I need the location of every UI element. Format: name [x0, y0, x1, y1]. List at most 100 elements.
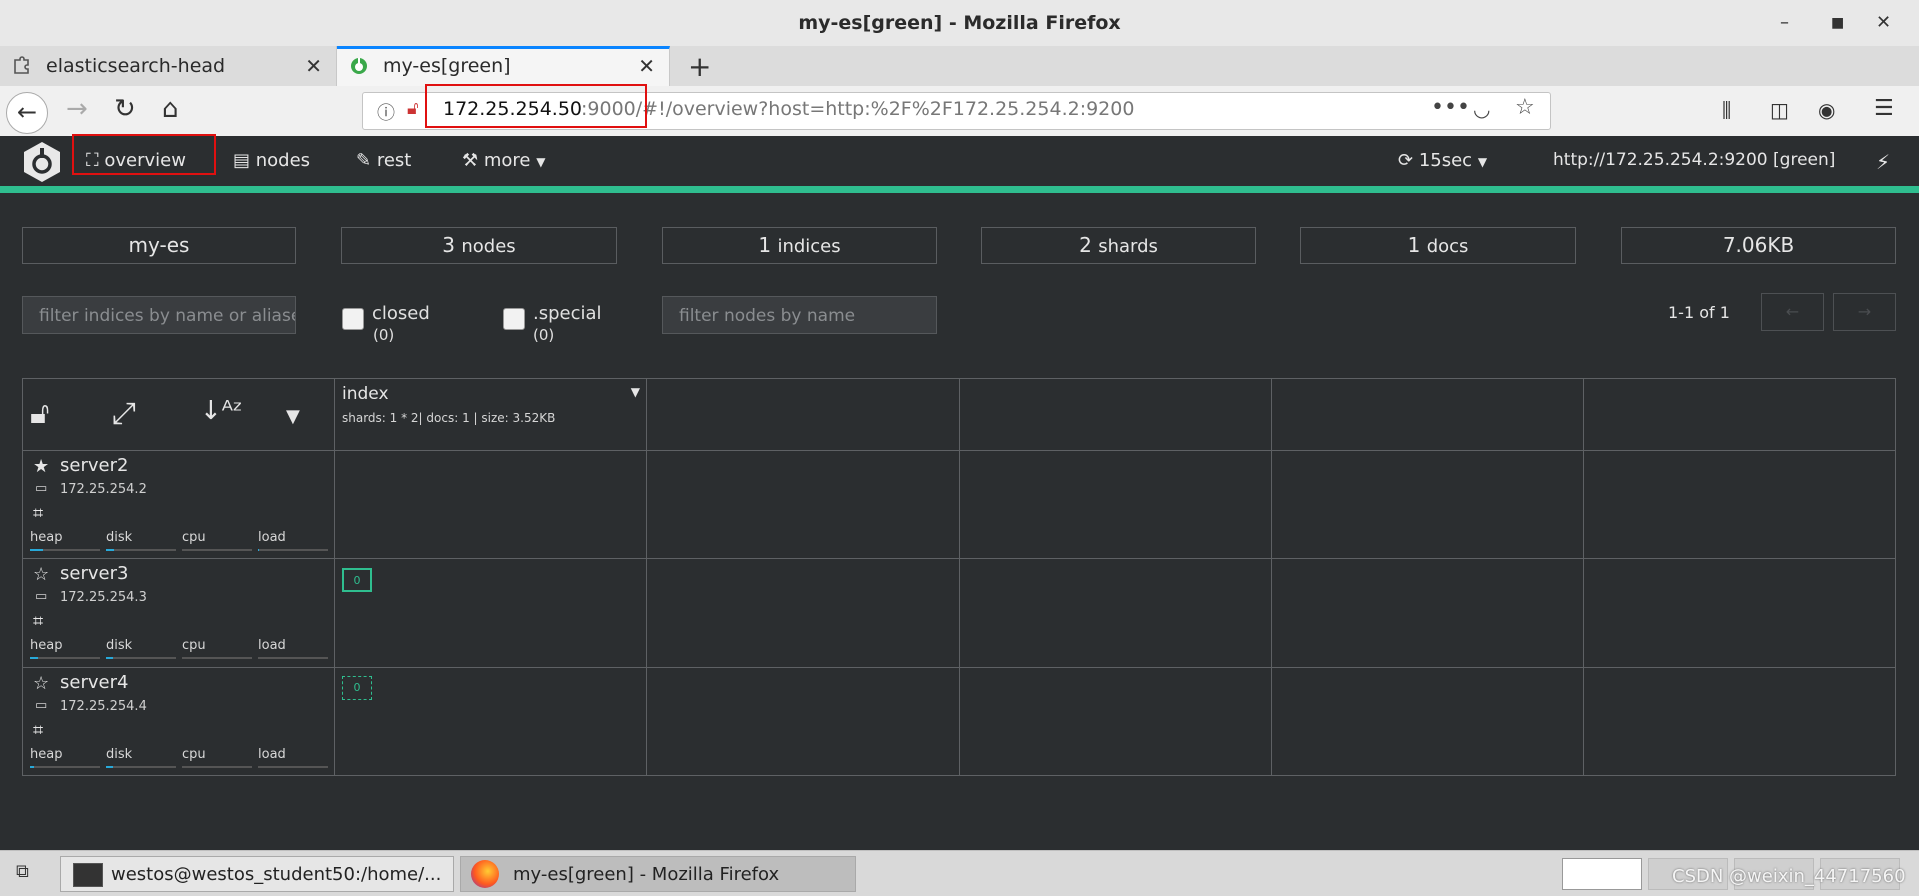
connection-status[interactable]: http://172.25.254.2:9200 [green]	[1553, 150, 1835, 170]
terminal-icon	[73, 863, 103, 887]
home-icon[interactable]: ⌂	[162, 94, 179, 124]
node-row: ★ server2 ▭ 172.25.254.2 ⌗ heap disk cpu load	[23, 451, 1895, 557]
back-arrow-icon[interactable]: ←	[6, 92, 48, 134]
account-icon[interactable]: ◉	[1818, 98, 1835, 122]
metric-bar-disk	[106, 549, 176, 551]
crop-icon[interactable]: ⌗	[33, 720, 43, 741]
workspace-switcher-1[interactable]	[1562, 858, 1642, 890]
hdd-icon: ▭	[35, 589, 48, 604]
special-checkbox[interactable]	[503, 308, 525, 330]
metric-bar-load	[258, 549, 328, 551]
nodes-stat: 3 nodes	[341, 227, 617, 264]
reload-icon[interactable]: ↻	[114, 94, 136, 124]
taskbar-terminal[interactable]: westos@westos_student50:/home/...	[60, 856, 454, 892]
more-actions-icon[interactable]: •••	[1431, 95, 1470, 120]
closed-checkbox[interactable]	[342, 308, 364, 330]
stat-value: 7.06KB	[1722, 233, 1795, 257]
metric-bar-fill-heap	[30, 657, 38, 659]
es-head-logo-icon	[24, 142, 60, 182]
info-icon[interactable]: ⓘ	[377, 99, 395, 125]
metric-label-load: load	[258, 530, 286, 545]
shard-box[interactable]: 0	[342, 676, 372, 700]
filter-indices-input[interactable]: filter indices by name or aliases	[22, 296, 296, 334]
metric-bar-cpu	[182, 766, 252, 768]
tab-label: my-es[green]	[383, 55, 511, 77]
plug-icon[interactable]: ⚡	[1876, 150, 1890, 174]
new-tab-icon[interactable]: +	[688, 50, 711, 83]
special-label: .special	[533, 303, 602, 324]
tab-label: elasticsearch-head	[46, 55, 226, 77]
crop-icon[interactable]: ⌗	[33, 503, 43, 524]
shard-box[interactable]: 0	[342, 568, 372, 592]
caret-down-icon: ▼	[1477, 155, 1488, 169]
refresh-icon: ⟳	[1398, 150, 1414, 171]
nav-rest[interactable]: ✎ rest	[356, 150, 411, 171]
unlock-icon[interactable]: 🔓︎	[30, 396, 49, 431]
url-highlight-box	[425, 84, 647, 128]
nav-rest-label: rest	[376, 150, 412, 171]
caret-down-icon[interactable]: ▼	[631, 385, 640, 399]
server-icon: ▤	[233, 150, 251, 171]
forward-arrow-icon[interactable]: →	[66, 94, 88, 124]
node-name[interactable]: server3	[60, 563, 128, 584]
metric-bar-disk	[106, 766, 176, 768]
refresh-interval-label: 15sec	[1418, 150, 1473, 171]
next-page-button[interactable]: →	[1833, 293, 1896, 331]
puzzle-icon	[14, 56, 29, 74]
nav-nodes-label: nodes	[255, 150, 311, 171]
taskbar-firefox[interactable]: my-es[green] - Mozilla Firefox	[460, 856, 856, 892]
insecure-lock-icon[interactable]: 🔓︎	[407, 98, 419, 119]
cluster-name: my-es	[128, 233, 190, 257]
stat-unit: docs	[1426, 236, 1469, 257]
wand-icon: ⚒	[462, 150, 479, 171]
tab-elasticsearch-head[interactable]: elasticsearch-head ✕	[0, 46, 337, 86]
pocket-icon[interactable]: ◡	[1473, 97, 1490, 121]
metric-bar-load	[258, 766, 328, 768]
es-head-icon	[351, 58, 367, 74]
maximize-icon[interactable]: ■	[1831, 15, 1844, 31]
tab-my-es[interactable]: my-es[green] ✕	[337, 46, 670, 86]
metric-bar-fill-disk	[106, 657, 113, 659]
library-icon[interactable]: ⫼	[1722, 98, 1731, 122]
bookmark-star-icon[interactable]: ☆	[1515, 95, 1535, 120]
stat-value: 1	[1407, 233, 1421, 257]
sort-alpha-icon[interactable]: ↓ᴬᶻ	[200, 396, 243, 426]
caret-down-icon[interactable]: ▼	[286, 406, 300, 427]
prev-page-button[interactable]: ←	[1761, 293, 1824, 331]
expand-icon[interactable]: ⤢	[112, 396, 136, 431]
metric-bar-cpu	[182, 657, 252, 659]
nav-more[interactable]: ⚒ more ▼	[462, 150, 545, 171]
close-window-icon[interactable]: ✕	[1876, 12, 1891, 33]
special-count: (0)	[533, 326, 555, 344]
sidebar-icon[interactable]: ◫	[1770, 98, 1789, 122]
cluster-name-stat: my-es	[22, 227, 296, 264]
metric-label-heap: heap	[30, 530, 63, 545]
crop-icon[interactable]: ⌗	[33, 611, 43, 632]
stat-unit: indices	[777, 236, 841, 257]
metric-label-cpu: cpu	[182, 530, 206, 545]
minimize-icon[interactable]: –	[1780, 12, 1789, 33]
node-row: ☆ server4 ▭ 172.25.254.4 ⌗ heap disk cpu load 0	[23, 668, 1895, 774]
node-ip: 172.25.254.3	[60, 590, 147, 605]
metric-label-disk: disk	[106, 638, 133, 653]
app-header: ⛶ overview ▤ nodes ✎ rest ⚒ more ▼ ⟳ 15s…	[0, 136, 1919, 186]
node-row: ☆ server3 ▭ 172.25.254.3 ⌗ heap disk cpu load 0	[23, 559, 1895, 665]
show-desktop-icon[interactable]: ⧉	[16, 861, 29, 882]
metric-label-disk: disk	[106, 747, 133, 762]
metric-label-load: load	[258, 747, 286, 762]
metric-bar-heap	[30, 766, 100, 768]
refresh-interval[interactable]: ⟳ 15sec ▼	[1398, 150, 1487, 171]
nav-nodes[interactable]: ▤ nodes	[233, 150, 310, 171]
metric-label-heap: heap	[30, 747, 63, 762]
pagination-info: 1-1 of 1	[1668, 303, 1730, 322]
node-name[interactable]: server2	[60, 455, 128, 476]
overview-highlight-box	[72, 134, 216, 175]
metric-bar-load	[258, 657, 328, 659]
size-stat: 7.06KB	[1621, 227, 1896, 264]
node-name[interactable]: server4	[60, 672, 128, 693]
menu-icon[interactable]: ☰	[1874, 96, 1894, 121]
tab-close-icon[interactable]: ✕	[305, 54, 322, 78]
filter-nodes-input[interactable]: filter nodes by name	[662, 296, 937, 334]
index-header[interactable]: index ▼ shards: 1 * 2| docs: 1 | size: 3…	[335, 379, 646, 450]
tab-close-icon[interactable]: ✕	[638, 54, 655, 78]
